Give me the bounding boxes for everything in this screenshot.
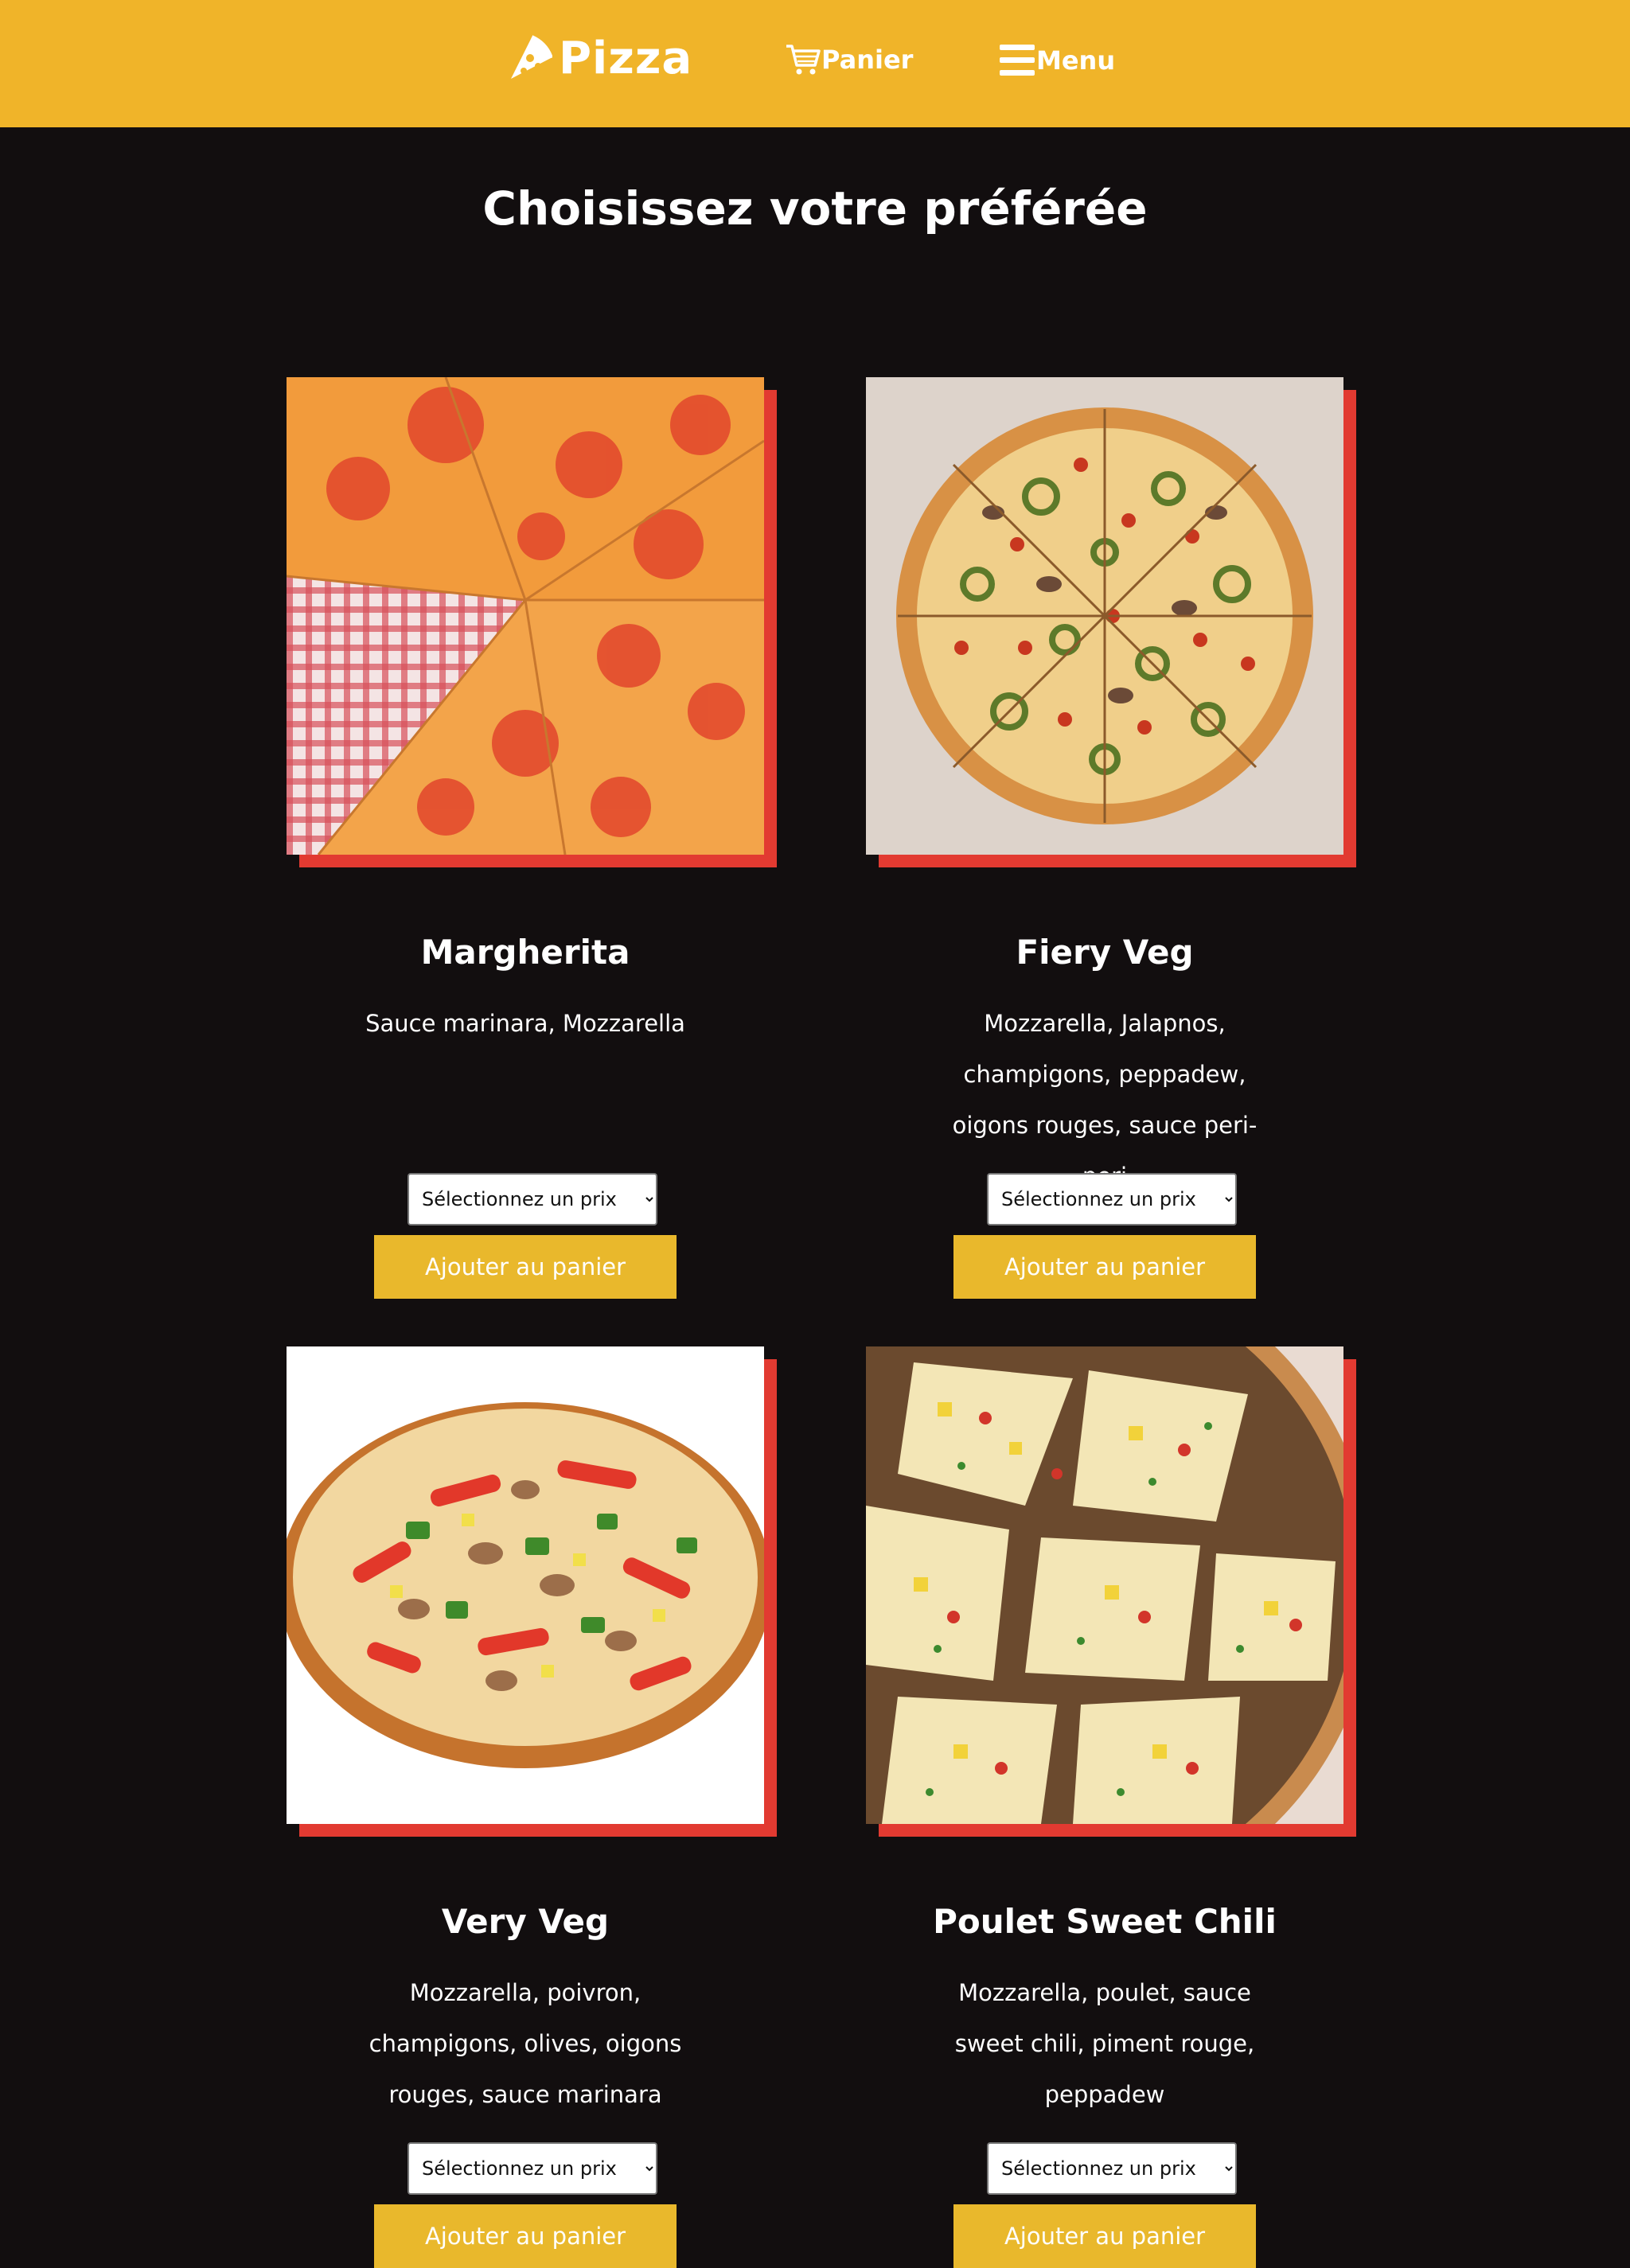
product-image-frame <box>866 377 1356 867</box>
product-card-poulet-sweet-chili: Poulet Sweet Chili Mozzarella, poulet, s… <box>866 1346 1359 2268</box>
product-name: Margherita <box>420 933 630 972</box>
nav-cart-link[interactable]: Panier <box>785 43 913 76</box>
product-description: Mozzarella, poivron, champigons, olives,… <box>369 1979 682 2108</box>
product-description: Mozzarella, poulet, sauce sweet chili, p… <box>954 1979 1255 2108</box>
product-image[interactable] <box>866 1346 1343 1824</box>
add-to-cart-button[interactable]: Ajouter au panier <box>953 2204 1256 2268</box>
cart-icon <box>786 45 821 75</box>
hamburger-icon <box>1000 45 1035 76</box>
nav-menu-label: Menu <box>1036 45 1116 76</box>
product-card-very-veg: Very Veg Mozzarella, poivron, champigons… <box>287 1346 780 2268</box>
add-to-cart-button[interactable]: Ajouter au panier <box>374 2204 677 2268</box>
logo[interactable]: Pizza <box>508 30 692 86</box>
pizza-slice-icon <box>511 35 552 79</box>
site-header: Pizza Panier Menu <box>0 0 1630 127</box>
add-to-cart-button[interactable]: Ajouter au panier <box>374 1235 677 1299</box>
price-select[interactable]: Sélectionnez un prix <box>408 2142 657 2195</box>
product-name: Poulet Sweet Chili <box>933 1902 1277 1941</box>
price-select[interactable]: Sélectionnez un prix <box>987 1173 1237 1226</box>
price-select[interactable]: Sélectionnez un prix <box>408 1173 657 1226</box>
product-image-frame <box>866 1346 1356 1837</box>
logo-text: Pizza <box>559 32 693 84</box>
product-name: Fiery Veg <box>1016 933 1194 972</box>
product-image[interactable] <box>866 377 1343 855</box>
product-name: Very Veg <box>441 1902 610 1941</box>
product-card-fiery-veg: Fiery Veg Mozzarella, Jalapnos, champigo… <box>866 377 1359 1299</box>
page-title: Choisissez votre préférée <box>482 181 1148 236</box>
product-image-frame <box>287 1346 777 1837</box>
product-image-frame <box>287 377 777 867</box>
product-image[interactable] <box>287 377 764 855</box>
product-image[interactable] <box>287 1346 764 1824</box>
product-card-margherita: Margherita Sauce marinara, Mozzarella Sé… <box>287 377 780 1299</box>
product-description: Sauce marinara, Mozzarella <box>365 1010 685 1037</box>
product-description: Mozzarella, Jalapnos, champigons, peppad… <box>952 1010 1258 1190</box>
nav-menu-link[interactable]: Menu <box>1000 43 1115 78</box>
nav-cart-label: Panier <box>821 45 914 75</box>
add-to-cart-button[interactable]: Ajouter au panier <box>953 1235 1256 1299</box>
price-select[interactable]: Sélectionnez un prix <box>987 2142 1237 2195</box>
